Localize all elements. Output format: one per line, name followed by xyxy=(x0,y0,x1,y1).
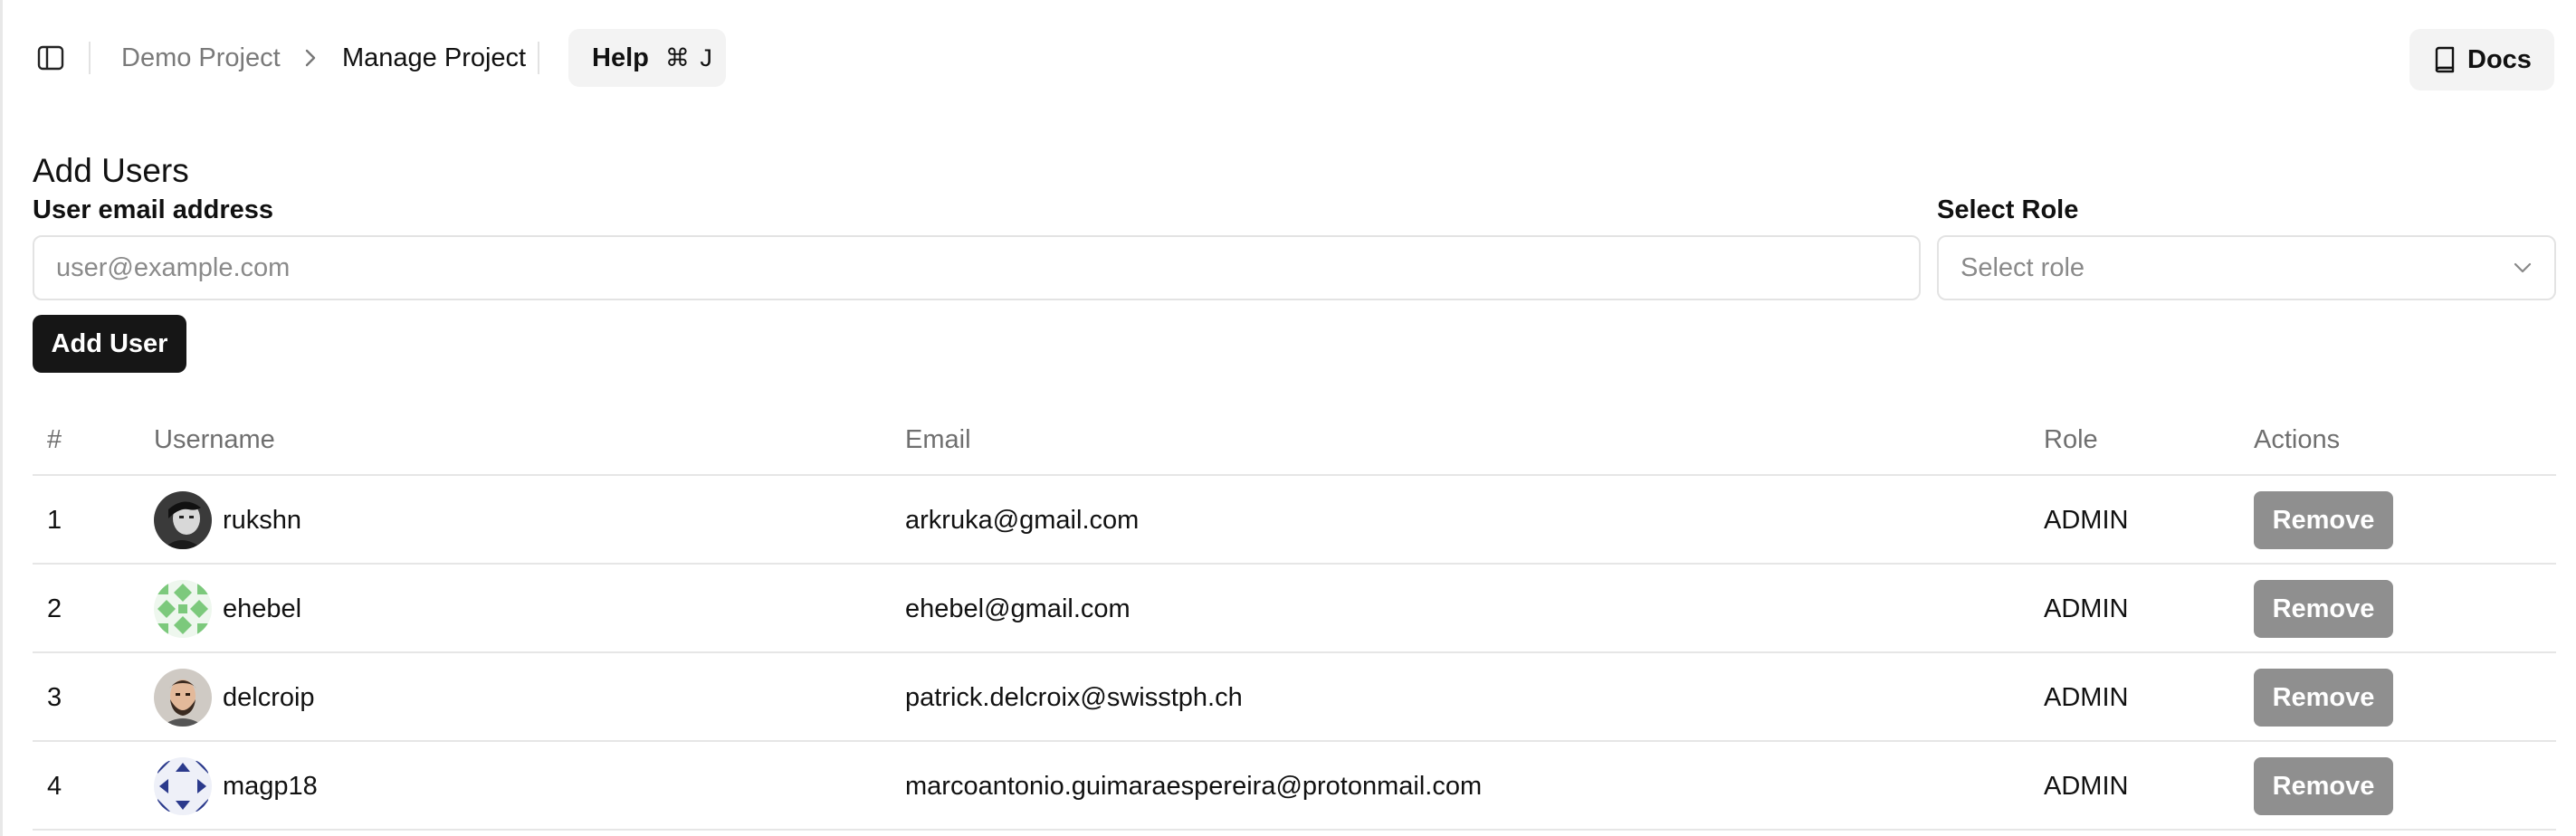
sidebar-toggle-button[interactable] xyxy=(33,40,69,76)
divider xyxy=(89,42,91,74)
breadcrumb-project-link[interactable]: Demo Project xyxy=(121,40,281,76)
section-title: Add Users xyxy=(33,152,189,189)
help-shortcut: ⌘ J xyxy=(664,43,714,71)
username: delcroip xyxy=(223,683,315,712)
users-table: # Username Email Role Actions 1 rukshn a… xyxy=(33,409,2556,831)
help-label: Help xyxy=(592,43,649,72)
user-email: patrick.delcroix@swisstph.ch xyxy=(905,683,1243,712)
table-row: 1 rukshn arkruka@gmail.com ADMIN Remove xyxy=(33,476,2556,565)
table-row: 4 magp18 marcoantonio.guimaraespereira@p… xyxy=(33,742,2556,831)
email-label: User email address xyxy=(33,195,273,224)
remove-button[interactable]: Remove xyxy=(2254,580,2393,638)
help-button[interactable]: Help ⌘ J xyxy=(568,29,726,87)
breadcrumb-current-page: Manage Project xyxy=(342,43,527,72)
remove-button[interactable]: Remove xyxy=(2254,757,2393,815)
role-select-placeholder: Select role xyxy=(1961,252,2085,282)
role-select[interactable]: Select role xyxy=(1937,235,2556,300)
book-icon xyxy=(2435,46,2455,73)
username: rukshn xyxy=(223,506,302,535)
row-index: 3 xyxy=(47,683,62,712)
avatar xyxy=(154,669,212,727)
role-label: Select Role xyxy=(1937,195,2079,224)
chevron-right-icon xyxy=(300,45,321,71)
row-index: 4 xyxy=(47,772,62,801)
chevron-down-icon xyxy=(2514,262,2532,273)
row-index: 1 xyxy=(47,506,62,535)
sidebar-icon xyxy=(37,45,64,71)
email-input[interactable] xyxy=(33,235,1921,300)
avatar xyxy=(154,491,212,549)
username: magp18 xyxy=(223,772,318,801)
column-header-actions: Actions xyxy=(2254,425,2341,454)
top-bar: Demo Project Manage Project Help ⌘ J Doc… xyxy=(0,0,2576,116)
user-role: ADMIN xyxy=(2044,683,2129,712)
column-header-role: Role xyxy=(2044,425,2098,454)
docs-label: Docs xyxy=(2467,44,2532,74)
table-header: # Username Email Role Actions xyxy=(33,409,2556,476)
avatar xyxy=(154,757,212,815)
row-index: 2 xyxy=(47,594,62,623)
user-email: ehebel@gmail.com xyxy=(905,594,1131,623)
user-role: ADMIN xyxy=(2044,506,2129,535)
add-user-button[interactable]: Add User xyxy=(33,315,186,373)
avatar xyxy=(154,580,212,638)
column-header-index: # xyxy=(47,425,62,454)
divider xyxy=(538,42,539,74)
remove-button[interactable]: Remove xyxy=(2254,669,2393,727)
column-header-username: Username xyxy=(154,425,275,454)
column-header-email: Email xyxy=(905,425,971,454)
user-role: ADMIN xyxy=(2044,772,2129,801)
user-email: arkruka@gmail.com xyxy=(905,506,1140,535)
user-email: marcoantonio.guimaraespereira@protonmail… xyxy=(905,772,1483,801)
docs-button[interactable]: Docs xyxy=(2409,29,2554,90)
table-row: 2 ehebel ehebel@gmail.com ADMIN Remove xyxy=(33,565,2556,653)
user-role: ADMIN xyxy=(2044,594,2129,623)
username: ehebel xyxy=(223,594,302,623)
left-border xyxy=(0,0,3,836)
table-row: 3 delcroip patrick.delcroix@swisstph.ch … xyxy=(33,653,2556,742)
remove-button[interactable]: Remove xyxy=(2254,491,2393,549)
